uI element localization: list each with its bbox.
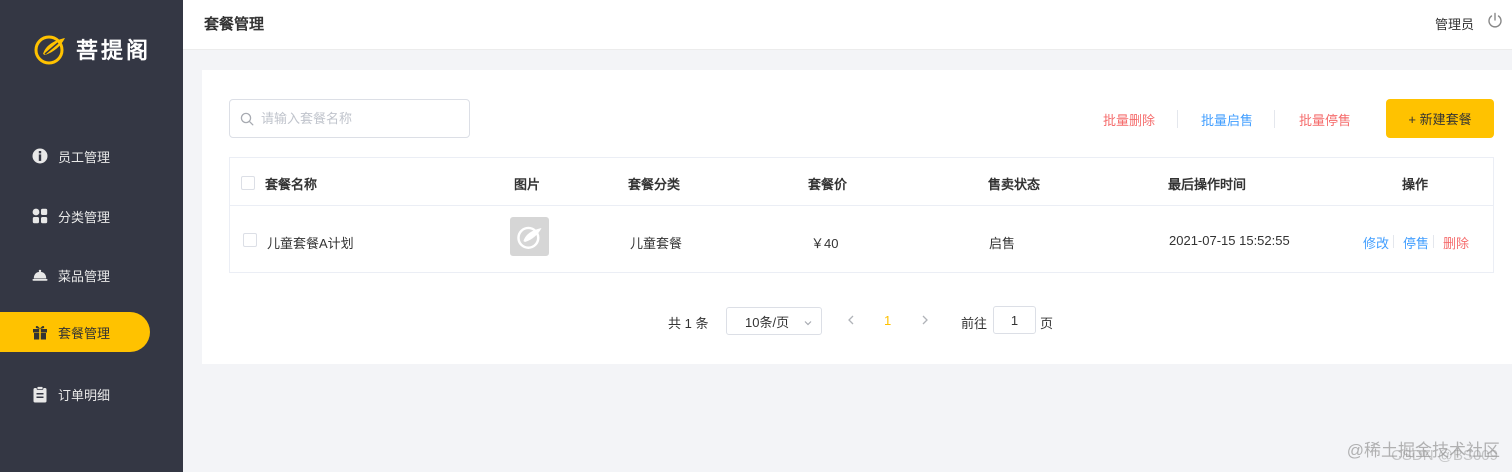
delete-link[interactable]: 删除: [1443, 233, 1469, 252]
gift-icon: [32, 324, 48, 340]
sidebar-item-label: 订单明细: [58, 387, 111, 403]
dish-cloche-icon: [32, 267, 48, 283]
category-grid-icon: [32, 208, 48, 224]
search-field[interactable]: [229, 99, 470, 138]
user-name[interactable]: 管理员: [1435, 14, 1474, 33]
logo[interactable]: 菩提阁: [34, 32, 151, 66]
content-card: 批量删除 批量启售 批量停售 + 新建套餐 套餐名称 图片 套餐分类 套餐价 售…: [202, 70, 1512, 364]
sidebar-item-label: 菜品管理: [58, 268, 111, 284]
column-header-price: 套餐价: [808, 177, 848, 192]
search-input[interactable]: [261, 111, 461, 126]
column-header-status: 售卖状态: [988, 177, 1041, 192]
cell-category: 儿童套餐: [630, 236, 683, 251]
table-row: 儿童套餐A计划 儿童套餐 ￥40 启售 2021-07-15 15:52:55 …: [230, 206, 1493, 272]
combo-table: 套餐名称 图片 套餐分类 套餐价 售卖状态 最后操作时间 操作 儿童套餐A计划 …: [229, 157, 1494, 273]
next-page-icon[interactable]: [919, 313, 931, 327]
divider: [1274, 110, 1275, 128]
page-title: 套餐管理: [204, 16, 265, 33]
cell-name: 儿童套餐A计划: [267, 236, 354, 251]
cell-status: 启售: [989, 236, 1016, 251]
sidebar-item-employee[interactable]: 员工管理: [0, 136, 150, 176]
batch-disable-link[interactable]: 批量停售: [1299, 110, 1351, 129]
goto-label: 前往: [961, 316, 988, 331]
page-number-current[interactable]: 1: [884, 313, 891, 328]
watermark-csdn: CSDN @BS009: [1391, 447, 1498, 464]
table-header: 套餐名称 图片 套餐分类 套餐价 售卖状态 最后操作时间 操作: [230, 158, 1493, 206]
sidebar-item-label: 员工管理: [58, 149, 111, 165]
column-header-actions: 操作: [1402, 177, 1429, 192]
page-suffix-label: 页: [1040, 316, 1054, 331]
toggle-sale-link[interactable]: 停售: [1403, 233, 1429, 252]
logo-mark-icon: [34, 32, 68, 66]
page-size-value: 10条/页: [745, 314, 790, 330]
power-icon[interactable]: [1487, 12, 1503, 28]
divider: [1433, 235, 1434, 248]
employee-icon: [32, 148, 48, 164]
pagination-total: 共 1 条: [668, 316, 709, 331]
batch-enable-link[interactable]: 批量启售: [1201, 110, 1253, 129]
sidebar-item-dish[interactable]: 菜品管理: [0, 255, 150, 295]
sidebar-item-label: 套餐管理: [58, 325, 111, 341]
new-combo-button[interactable]: + 新建套餐: [1386, 99, 1494, 138]
sidebar-item-orders[interactable]: 订单明细: [0, 374, 150, 414]
select-all-checkbox[interactable]: [241, 176, 255, 190]
column-header-image: 图片: [514, 177, 541, 192]
batch-delete-link[interactable]: 批量删除: [1103, 110, 1155, 129]
sidebar-item-label: 分类管理: [58, 209, 111, 225]
top-header: 套餐管理 管理员: [183, 0, 1512, 50]
cell-price: ￥40: [811, 236, 839, 251]
combo-image-placeholder: [510, 217, 549, 256]
goto-page-input[interactable]: [993, 306, 1036, 334]
logo-text: 菩提阁: [76, 39, 152, 64]
chevron-down-icon: [803, 316, 813, 326]
sidebar-item-category[interactable]: 分类管理: [0, 196, 150, 236]
clipboard-icon: [32, 385, 48, 402]
page-size-select[interactable]: 10条/页: [726, 307, 822, 335]
sidebar-item-combo[interactable]: 套餐管理: [0, 312, 150, 352]
search-icon: [240, 112, 254, 126]
divider: [1177, 110, 1178, 128]
row-checkbox[interactable]: [243, 233, 257, 247]
divider: [1393, 235, 1394, 248]
column-header-category: 套餐分类: [628, 177, 681, 192]
sidebar: 菩提阁 员工管理 分类管理 菜品管理 套餐管理 订单明细: [0, 0, 183, 472]
cell-updated: 2021-07-15 15:52:55: [1169, 233, 1290, 248]
edit-link[interactable]: 修改: [1363, 233, 1389, 252]
image-placeholder-icon: [516, 226, 542, 249]
column-header-name: 套餐名称: [265, 177, 318, 192]
prev-page-icon[interactable]: [845, 313, 857, 327]
column-header-updated: 最后操作时间: [1168, 177, 1247, 192]
